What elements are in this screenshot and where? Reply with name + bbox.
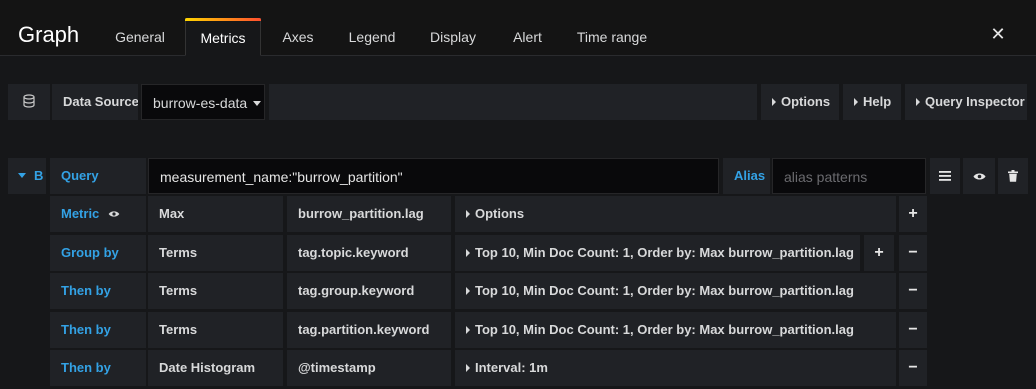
datasource-select[interactable]: burrow-es-data	[141, 84, 265, 120]
datasource-selected: burrow-es-data	[153, 95, 248, 111]
bucket-label: Then by	[50, 312, 146, 348]
metric-options[interactable]: Options	[455, 196, 896, 232]
tab-time-range[interactable]: Time range	[566, 18, 658, 56]
caret-right-icon	[466, 210, 470, 218]
caret-right-icon	[466, 326, 470, 334]
tab-axes[interactable]: Axes	[268, 18, 328, 56]
caret-right-icon	[772, 98, 776, 106]
trash-icon[interactable]	[998, 158, 1028, 194]
remove-bucket-button[interactable]: −	[899, 273, 927, 309]
bucket-settings-label: Top 10, Min Doc Count: 1, Order by: Max …	[475, 245, 854, 260]
tab-general[interactable]: General	[100, 18, 180, 56]
query-inspector-label: Query Inspector	[925, 94, 1025, 109]
bucket-field[interactable]: tag.partition.keyword	[287, 312, 451, 348]
remove-bucket-button[interactable]: −	[899, 312, 927, 348]
tab-legend[interactable]: Legend	[336, 18, 408, 56]
datasource-spacer	[269, 84, 757, 120]
caret-right-icon	[466, 364, 470, 372]
bucket-settings[interactable]: Top 10, Min Doc Count: 1, Order by: Max …	[455, 312, 896, 348]
close-icon[interactable]: ✕	[988, 24, 1008, 44]
caret-right-icon	[466, 249, 470, 257]
caret-right-icon	[854, 98, 858, 106]
query-ref-id: B	[34, 168, 44, 183]
options-button[interactable]: Options	[761, 84, 839, 120]
metric-label-cell: Metric	[50, 196, 146, 232]
bucket-field[interactable]: tag.group.keyword	[287, 273, 451, 309]
bucket-settings-label: Top 10, Min Doc Count: 1, Order by: Max …	[475, 283, 854, 298]
eye-icon[interactable]	[963, 158, 995, 194]
eye-icon[interactable]	[108, 210, 120, 218]
panel-editor-header: Graph General Metrics Axes Legend Displa…	[0, 0, 1036, 56]
hamburger-icon[interactable]	[930, 158, 960, 194]
database-icon	[8, 84, 50, 120]
query-label: Query	[50, 158, 146, 194]
bucket-label: Group by	[50, 235, 146, 271]
bucket-settings[interactable]: Interval: 1m	[455, 350, 896, 386]
bucket-field[interactable]: @timestamp	[287, 350, 451, 386]
bucket-type[interactable]: Terms	[148, 312, 283, 348]
tab-display[interactable]: Display	[418, 18, 488, 56]
bucket-field[interactable]: tag.topic.keyword	[287, 235, 451, 271]
datasource-label: Data Source	[52, 84, 138, 120]
metric-label: Metric	[61, 206, 100, 221]
bucket-type[interactable]: Date Histogram	[148, 350, 283, 386]
remove-bucket-button[interactable]: −	[899, 235, 927, 271]
add-metric-button[interactable]: +	[899, 196, 927, 232]
query-inspector-button[interactable]: Query Inspector	[905, 84, 1027, 120]
tab-metrics[interactable]: Metrics	[185, 18, 261, 56]
query-input[interactable]: measurement_name:"burrow_partition"	[148, 158, 719, 194]
bucket-settings[interactable]: Top 10, Min Doc Count: 1, Order by: Max …	[455, 273, 896, 309]
alias-label: Alias	[723, 158, 770, 194]
metric-field[interactable]: burrow_partition.lag	[287, 196, 451, 232]
add-bucket-button[interactable]: +	[864, 235, 894, 271]
help-label: Help	[863, 94, 892, 109]
bucket-type[interactable]: Terms	[148, 273, 283, 309]
metric-options-label: Options	[475, 206, 525, 221]
bucket-label: Then by	[50, 273, 146, 309]
bucket-type[interactable]: Terms	[148, 235, 283, 271]
tab-alert[interactable]: Alert	[500, 18, 555, 56]
panel-title: Graph	[18, 22, 80, 47]
chevron-down-icon	[253, 101, 262, 106]
query-collapse-toggle[interactable]: B	[8, 158, 46, 194]
bucket-settings-label: Interval: 1m	[475, 360, 548, 375]
metric-type[interactable]: Max	[148, 196, 283, 232]
bucket-settings[interactable]: Top 10, Min Doc Count: 1, Order by: Max …	[455, 235, 860, 271]
bucket-label: Then by	[50, 350, 146, 386]
caret-right-icon	[916, 98, 920, 106]
help-button[interactable]: Help	[843, 84, 901, 120]
remove-bucket-button[interactable]: −	[899, 350, 927, 386]
options-label: Options	[781, 94, 831, 109]
caret-right-icon	[466, 287, 470, 295]
bucket-settings-label: Top 10, Min Doc Count: 1, Order by: Max …	[475, 322, 854, 337]
alias-input[interactable]: alias patterns	[772, 158, 926, 194]
chevron-down-icon	[18, 173, 26, 178]
